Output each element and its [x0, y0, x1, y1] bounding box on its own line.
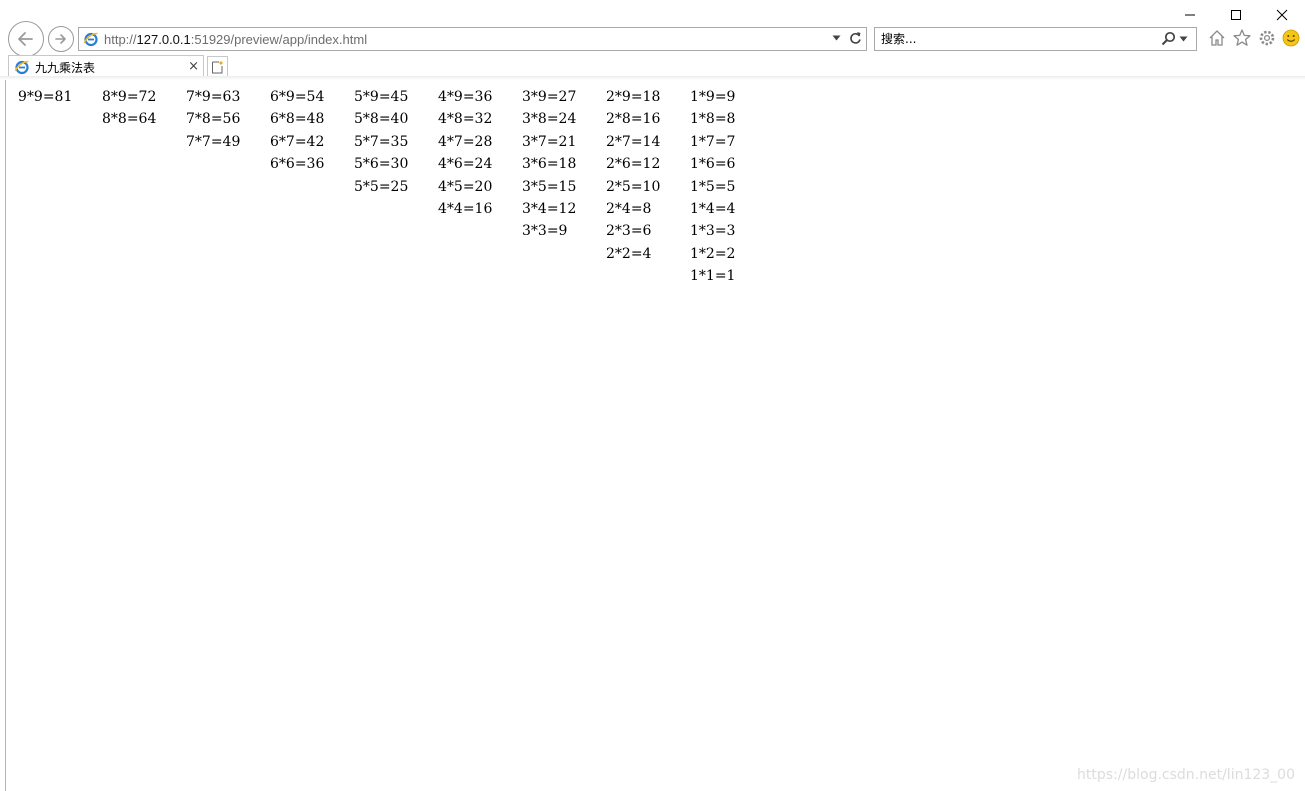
- table-cell: 3*7=21: [522, 133, 577, 150]
- table-cell: 5*9=45: [354, 89, 409, 105]
- table-cell: 2*5=10: [606, 178, 661, 195]
- back-button[interactable]: [8, 21, 44, 57]
- table-cell: 5*7=35: [354, 133, 409, 150]
- table-column: 5*9=45 5*8=40 5*7=35 5*6=30 5*5=25: [354, 86, 438, 288]
- toolbar-icons: [1207, 28, 1300, 48]
- table-cell: 1*5=5: [690, 178, 736, 195]
- gear-icon[interactable]: [1257, 28, 1277, 48]
- table-cell: 1*3=3: [690, 223, 736, 240]
- table-cell: 6*6=36: [270, 156, 325, 173]
- url-host: 127.0.0.1: [136, 31, 191, 47]
- window-border: [5, 80, 6, 791]
- address-tools: [832, 31, 862, 45]
- table-cell: 2*3=6: [606, 223, 652, 240]
- star-icon[interactable]: [1232, 28, 1252, 48]
- table-column: 2*9=18 2*8=16 2*7=14 2*6=12 2*5=10 2*4=8 2*3=6…: [606, 86, 690, 288]
- table-cell: 4*9=36: [438, 89, 493, 105]
- table-cell: 3*4=12: [522, 201, 577, 218]
- table-cell: 2*4=8: [606, 201, 652, 218]
- table-cell: 4*8=32: [438, 111, 493, 128]
- home-icon[interactable]: [1207, 28, 1227, 48]
- url-scheme: http://: [104, 31, 137, 47]
- table-cell: 1*7=7: [690, 133, 736, 150]
- address-bar[interactable]: http://127.0.0.1:51929/preview/app/index…: [78, 27, 867, 51]
- table-cell: 5*8=40: [354, 111, 409, 128]
- table-cell: 2*6=12: [606, 156, 661, 173]
- table-cell: 6*8=48: [270, 111, 325, 128]
- dropdown-arrow-icon[interactable]: [832, 35, 841, 41]
- table-cell: 5*6=30: [354, 156, 409, 173]
- table-cell: 2*9=18: [606, 89, 661, 105]
- table-cell: 1*8=8: [690, 111, 736, 128]
- ie-logo-icon: [83, 32, 98, 47]
- table-cell: 1*9=9: [690, 89, 736, 105]
- tab-close-button[interactable]: ×: [188, 60, 199, 74]
- table-cell: 2*2=4: [606, 245, 652, 262]
- table-cell: 7*8=56: [186, 111, 241, 128]
- maximize-button[interactable]: [1213, 0, 1259, 30]
- table-cell: 3*8=24: [522, 111, 577, 128]
- table-column: 6*9=54 6*8=48 6*7=42 6*6=36: [270, 86, 354, 288]
- url-path: :51929/preview/app/index.html: [190, 31, 368, 47]
- forward-arrow-icon: [55, 34, 66, 44]
- minimize-icon: [1185, 14, 1195, 16]
- close-button[interactable]: [1259, 0, 1305, 30]
- table-cell: 1*6=6: [690, 156, 736, 173]
- dropdown-arrow-icon[interactable]: [1179, 36, 1188, 42]
- table-cell: 4*4=16: [438, 201, 493, 218]
- search-icon[interactable]: [1161, 31, 1176, 46]
- chrome-divider: [0, 76, 1305, 80]
- url-text: http://127.0.0.1:51929/preview/app/index…: [104, 32, 367, 47]
- table-cell: 3*9=27: [522, 89, 577, 105]
- smiley-icon[interactable]: [1282, 29, 1300, 47]
- table-cell: 8*9=72: [102, 89, 157, 105]
- new-tab-icon: [212, 60, 224, 73]
- tab-bar: 九九乘法表 ×: [0, 54, 1305, 78]
- table-cell: 1*4=4: [690, 201, 736, 218]
- refresh-icon[interactable]: [849, 31, 862, 45]
- table-cell: 9*9=81: [18, 89, 73, 105]
- minimize-button[interactable]: [1167, 0, 1213, 30]
- table-cell: 4*5=20: [438, 178, 493, 195]
- table-cell: 8*8=64: [102, 111, 157, 128]
- watermark: https://blog.csdn.net/lin123_00: [1077, 767, 1295, 783]
- table-cell: 2*7=14: [606, 133, 661, 150]
- table-cell: 6*7=42: [270, 133, 325, 150]
- browser-chrome: http://127.0.0.1:51929/preview/app/index…: [0, 0, 1305, 80]
- table-cell: 7*7=49: [186, 133, 241, 150]
- table-cell: 3*6=18: [522, 156, 577, 173]
- table-column: 3*9=27 3*8=24 3*7=21 3*6=18 3*5=15 3*4=12 3*3=…: [522, 86, 606, 288]
- table-column: 8*9=72 8*8=64: [102, 86, 186, 288]
- table-column: 1*9=9 1*8=8 1*7=7 1*6=6 1*5=5 1*4=4 1*3=3 1*2=2…: [690, 86, 774, 288]
- tab-title: 九九乘法表: [35, 60, 96, 75]
- ie-logo-icon: [14, 60, 29, 75]
- table-cell: 3*5=15: [522, 178, 577, 195]
- table-cell: 3*3=9: [522, 223, 568, 240]
- table-cell: 2*8=16: [606, 111, 661, 128]
- back-arrow-icon: [18, 32, 33, 46]
- table-cell: 5*5=25: [354, 178, 409, 195]
- close-icon: [1276, 9, 1288, 21]
- forward-button[interactable]: [48, 26, 74, 52]
- search-input[interactable]: [881, 32, 1141, 46]
- tab-active[interactable]: 九九乘法表 ×: [8, 55, 204, 78]
- table-cell: 4*6=24: [438, 156, 493, 173]
- search-tools: [1161, 31, 1188, 46]
- maximize-icon: [1231, 10, 1241, 20]
- table-cell: 7*9=63: [186, 89, 241, 105]
- window-controls: [1167, 0, 1305, 30]
- table-column: 7*9=63 7*8=56 7*7=49: [186, 86, 270, 288]
- multiplication-table: 9*9=81 8*9=72 8*8=64 7*9=63 7*8=56 7*7=49 6*9=…: [18, 86, 774, 288]
- table-cell: 4*7=28: [438, 133, 493, 150]
- table-column: 9*9=81: [18, 86, 102, 288]
- search-box[interactable]: [874, 27, 1197, 51]
- table-cell: 6*9=54: [270, 89, 325, 105]
- table-cell: 1*1=1: [690, 268, 736, 285]
- new-tab-button[interactable]: [207, 56, 228, 77]
- page-content: 9*9=81 8*9=72 8*8=64 7*9=63 7*8=56 7*7=49 6*9=…: [18, 86, 774, 288]
- table-column: 4*9=36 4*8=32 4*7=28 4*6=24 4*5=20 4*4=16: [438, 86, 522, 288]
- table-cell: 1*2=2: [690, 245, 736, 262]
